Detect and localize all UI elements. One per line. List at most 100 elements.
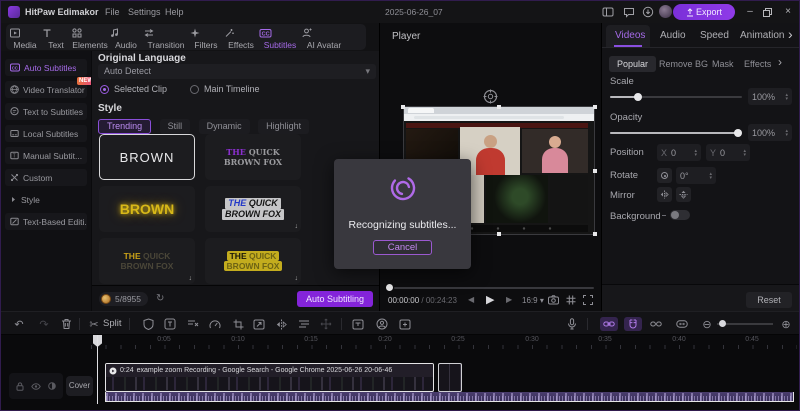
crop-icon[interactable]: [231, 317, 245, 331]
style-tab-trending[interactable]: Trending: [98, 119, 152, 134]
mask-shield-icon[interactable]: [141, 317, 155, 331]
next-frame-button[interactable]: ▶: [506, 295, 512, 304]
fullscreen-icon[interactable]: [583, 295, 593, 305]
tab-ai-avatar[interactable]: AI Avatar: [301, 24, 347, 50]
tab-videos[interactable]: Videos: [615, 30, 645, 41]
tabs-more-chevron-icon[interactable]: ›: [788, 26, 793, 42]
sidebar-item-auto-subtitles[interactable]: CC Auto Subtitles: [5, 59, 87, 76]
menu-item-help[interactable]: Help: [165, 1, 184, 23]
caption-track-icon[interactable]: [351, 317, 365, 331]
mirror-vertical-button[interactable]: [676, 187, 691, 202]
auto-subtitling-button[interactable]: Auto Subtitling: [296, 290, 373, 307]
fit-timeline-icon[interactable]: [675, 317, 689, 331]
tab-effects[interactable]: Effects: [223, 24, 259, 50]
style-card-yellow-highlight[interactable]: THE QUICK BROWN FOX ↓: [205, 238, 301, 284]
user-avatar[interactable]: [659, 5, 672, 18]
sidebar-item-text-to-subtitles[interactable]: Text to Subtitles: [5, 103, 87, 120]
minimize-button[interactable]: –: [743, 1, 757, 23]
stepper-icon[interactable]: ▴ ▾: [785, 128, 788, 137]
zoom-slider-handle[interactable]: [719, 320, 726, 327]
radio-selected-clip[interactable]: Selected Clip: [100, 84, 167, 94]
snapshot-icon[interactable]: [548, 295, 559, 305]
tab-audio[interactable]: Audio: [660, 30, 686, 41]
tab-elements[interactable]: Elements: [71, 24, 109, 50]
subtabs-more-chevron-icon[interactable]: ›: [778, 55, 782, 69]
stepper-icon[interactable]: ▴ ▾: [709, 171, 712, 180]
position-x-input[interactable]: X 0 ▴ ▾: [657, 144, 701, 161]
subtab-mask[interactable]: Mask: [712, 59, 734, 69]
link-clips-icon[interactable]: [600, 317, 618, 331]
style-tab-still[interactable]: Still: [159, 119, 191, 134]
style-tab-highlight[interactable]: Highlight: [258, 119, 310, 134]
style-card-yellow-glow[interactable]: BROWN: [99, 186, 195, 232]
redo-icon[interactable]: ↷: [37, 317, 51, 331]
style-card-italic-chip[interactable]: THE QUICK BROWN FOX ↓: [205, 186, 301, 232]
record-avatar-icon[interactable]: [375, 317, 389, 331]
prev-frame-button[interactable]: ◀: [468, 295, 474, 304]
cancel-button[interactable]: Cancel: [373, 240, 432, 255]
extract-subtitle-icon[interactable]: [186, 317, 200, 331]
radio-main-timeline[interactable]: Main Timeline: [190, 84, 260, 94]
rotate-dial-icon[interactable]: [657, 168, 672, 183]
track-lock-icon[interactable]: [16, 381, 24, 391]
magnet-snap-icon[interactable]: [624, 317, 642, 331]
seek-bar[interactable]: [394, 287, 594, 289]
sticker-add-icon[interactable]: [398, 317, 412, 331]
reset-button[interactable]: Reset: [746, 292, 792, 308]
video-clip[interactable]: 0:24 example zoom Recording - Google Sea…: [105, 363, 434, 392]
export-button[interactable]: Export: [673, 4, 735, 20]
refresh-icon[interactable]: ↻: [156, 293, 164, 304]
undo-icon[interactable]: ↶: [12, 317, 26, 331]
stepper-icon[interactable]: ▴ ▾: [694, 148, 697, 157]
grid-overlay-icon[interactable]: [566, 295, 576, 305]
style-card-serif-purple[interactable]: THE QUICK BROWN FOX: [205, 134, 301, 180]
track-mute-icon[interactable]: [47, 382, 56, 390]
tab-text[interactable]: Text: [41, 24, 71, 50]
background-toggle[interactable]: [670, 210, 690, 220]
scissors-icon[interactable]: ✂: [87, 317, 101, 331]
tab-animation[interactable]: Animation: [740, 30, 784, 41]
menu-item-file[interactable]: File: [105, 1, 120, 23]
tab-speed[interactable]: Speed: [700, 30, 729, 41]
align-tracks-icon[interactable]: [297, 317, 311, 331]
export-frame-icon[interactable]: [252, 317, 266, 331]
mic-icon[interactable]: [565, 317, 579, 331]
subtab-effects[interactable]: Effects: [744, 59, 771, 69]
transform-move-icon[interactable]: [319, 317, 333, 331]
selection-handle[interactable]: [497, 232, 501, 236]
tab-media[interactable]: Media: [9, 24, 41, 50]
scale-slider-handle[interactable]: [634, 93, 642, 101]
selection-handle[interactable]: [593, 169, 597, 173]
play-button[interactable]: ▶: [486, 293, 494, 306]
sidebar-item-manual-subtitles[interactable]: T Manual Subtit...: [5, 147, 87, 164]
unlink-clips-icon[interactable]: [649, 317, 663, 331]
seek-handle[interactable]: [386, 284, 393, 291]
sidebar-item-custom[interactable]: Custom: [5, 169, 87, 186]
download-update-icon[interactable]: [642, 6, 654, 18]
flip-icon[interactable]: [274, 317, 288, 331]
language-dropdown[interactable]: Auto Detect ▾: [98, 64, 376, 79]
subtab-popular[interactable]: Popular: [609, 56, 657, 72]
track-visibility-icon[interactable]: [31, 382, 41, 390]
position-y-input[interactable]: Y 0 ▴ ▾: [706, 144, 750, 161]
style-card-brown-outline[interactable]: BROWN: [99, 134, 195, 180]
sidebar-item-local-subtitles[interactable]: Local Subtitles: [5, 125, 87, 142]
speed-gauge-icon[interactable]: [208, 317, 222, 331]
reposition-target-icon[interactable]: [483, 89, 498, 104]
cover-button[interactable]: Cover: [66, 376, 93, 396]
selection-handle[interactable]: [497, 105, 501, 109]
clip-fragment[interactable]: [438, 363, 462, 392]
aspect-ratio-select[interactable]: 16:9 ▾: [522, 296, 544, 305]
tab-transition[interactable]: Transition: [143, 24, 189, 50]
zoom-in-icon[interactable]: ⊕: [779, 317, 793, 331]
split-button[interactable]: Split: [103, 318, 121, 329]
tab-subtitles[interactable]: CC Subtitles: [259, 24, 301, 50]
selection-handle[interactable]: [593, 105, 597, 109]
delete-icon[interactable]: [59, 317, 73, 331]
sidebar-item-text-based-editing[interactable]: Text-Based Editi...: [5, 213, 87, 230]
subtab-remove-bg[interactable]: Remove BG: [659, 59, 708, 69]
sidebar-item-style[interactable]: Style: [5, 191, 87, 208]
opacity-slider-handle[interactable]: [734, 129, 742, 137]
rotate-input[interactable]: 0° ▴ ▾: [676, 167, 716, 184]
text-box-icon[interactable]: [163, 317, 177, 331]
